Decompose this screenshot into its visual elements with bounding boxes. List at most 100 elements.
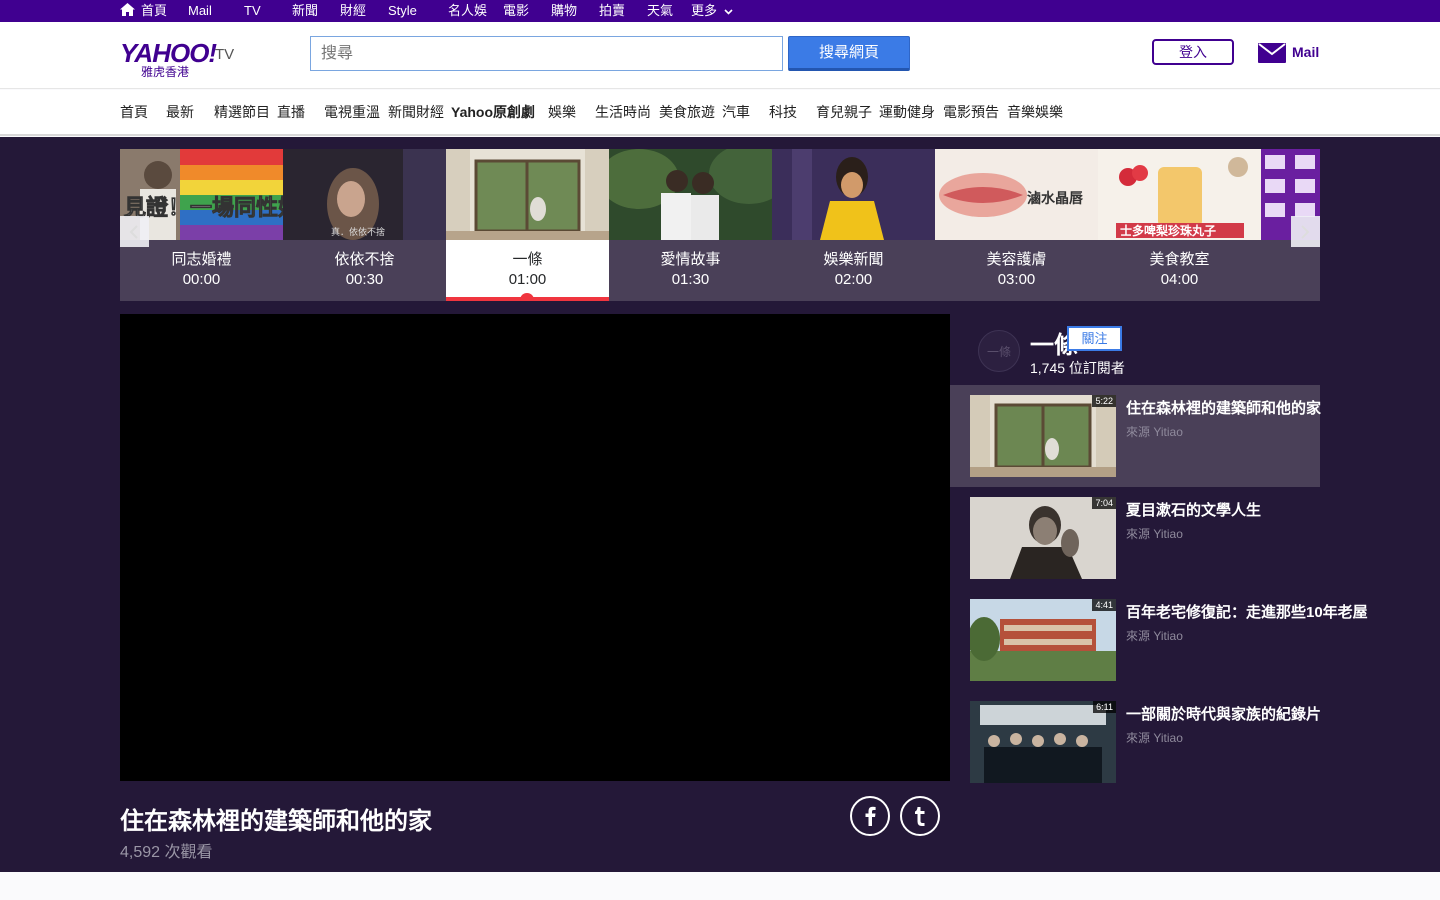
related-video-item[interactable]: 4:41 百年老宅修復記：走進那些10年老屋 來源 Yitiao	[950, 589, 1368, 691]
category-food-travel[interactable]: 美食旅遊	[659, 104, 715, 120]
site-header: YAHOO! TV 雅虎香港 搜尋網頁 登入 Mail	[0, 22, 1440, 89]
category-parenting[interactable]: 育兒親子	[816, 104, 872, 120]
schedule-slot[interactable]: 滷水晶唇 美容護膚 03:00	[935, 149, 1098, 301]
topnav-weather[interactable]: 天氣	[647, 3, 673, 19]
slot-thumbnail: 士多啤梨珍珠丸子	[1098, 149, 1261, 240]
video-duration: 6:11	[1093, 701, 1116, 713]
tumblr-share-button[interactable]	[900, 796, 940, 836]
topnav-finance[interactable]: 財經	[340, 3, 366, 19]
topnav-style[interactable]: Style	[388, 3, 417, 19]
topnav-movies[interactable]: 電影	[503, 3, 529, 19]
slot-time: 00:30	[345, 271, 384, 288]
related-video-title[interactable]: 一部關於時代與家族的紀錄片	[1126, 703, 1321, 724]
category-trailers[interactable]: 電影預告	[943, 104, 999, 120]
category-tech[interactable]: 科技	[769, 104, 797, 120]
slot-title: 依依不捨	[334, 251, 395, 268]
related-video-title[interactable]: 住在森林裡的建築師和他的家	[1126, 397, 1321, 418]
related-video-thumbnail: 6:11	[970, 701, 1116, 783]
schedule-slot[interactable]: 娛樂新聞 02:00	[772, 149, 935, 301]
topnav-celebrity[interactable]: 名人娛	[448, 3, 487, 19]
related-video-item[interactable]: 6:11 一部關於時代與家族的紀錄片 來源 Yitiao	[950, 691, 1321, 793]
video-duration: 5:22	[1092, 395, 1116, 407]
topnav-tv[interactable]: TV	[244, 3, 261, 19]
chevron-down-icon	[724, 8, 733, 15]
schedule-slot[interactable]: 愛情故事 01:30	[609, 149, 772, 301]
related-video-thumbnail: 5:22	[970, 395, 1116, 477]
logo-tv: TV	[215, 46, 235, 63]
slot-caption: 士多啤梨珍珠丸子	[1120, 223, 1216, 238]
video-duration: 4:41	[1092, 599, 1116, 611]
category-yahoo-original[interactable]: Yahoo原創劇	[451, 104, 535, 120]
home-icon[interactable]	[120, 3, 135, 16]
topnav-more[interactable]: 更多	[691, 3, 733, 19]
carousel-next-button[interactable]	[1291, 216, 1320, 247]
slot-title: 娛樂新聞	[823, 251, 884, 268]
channel-avatar-text: 一條	[986, 345, 1011, 359]
category-featured[interactable]: 精選節目	[214, 104, 270, 120]
channel-subscriber-count: 1,745 位訂閱者	[1030, 360, 1125, 376]
main-content: 見證！一場同性婚禮 同志婚禮 00:00 真．依依不捨 依依不捨 00:30	[0, 137, 1440, 872]
related-video-title[interactable]: 百年老宅修復記：走進那些10年老屋	[1126, 601, 1368, 622]
slot-thumbnail	[772, 149, 935, 240]
category-entertainment[interactable]: 娛樂	[548, 104, 576, 120]
category-nav: 首頁 最新 精選節目 直播 電視重溫 新聞財經 Yahoo原創劇 娛樂 生活時尚…	[0, 90, 1440, 136]
slot-time: 04:00	[1160, 271, 1199, 288]
category-home[interactable]: 首頁	[120, 104, 148, 120]
slot-time: 01:00	[508, 271, 547, 288]
slot-thumbnail: 真．依依不捨	[283, 149, 446, 240]
related-video-item[interactable]: 7:04 夏目漱石的文學人生 來源 Yitiao	[950, 487, 1320, 589]
carousel-prev-button[interactable]	[120, 216, 149, 247]
topnav-news[interactable]: 新聞	[292, 3, 318, 19]
slot-title: 美食教室	[1149, 251, 1210, 268]
slot-thumbnail	[609, 149, 772, 240]
video-player[interactable]	[120, 314, 950, 781]
slot-time: 03:00	[997, 271, 1036, 288]
category-tv-replay[interactable]: 電視重溫	[324, 104, 380, 120]
slot-thumbnail: 滷水晶唇	[935, 149, 1098, 240]
yahoo-tv-logo[interactable]: YAHOO! TV 雅虎香港	[120, 40, 234, 79]
related-video-source: 來源 Yitiao	[1126, 425, 1183, 439]
slot-title: 同志婚禮	[171, 251, 232, 268]
schedule-slot[interactable]: 士多啤梨珍珠丸子 美食教室 04:00	[1098, 149, 1261, 301]
video-view-count: 4,592 次觀看	[120, 844, 213, 861]
search-button[interactable]: 搜尋網頁	[788, 36, 910, 71]
top-nav-bar: 首頁 Mail TV 新聞 財經 Style 名人娛 電影 購物 拍賣 天氣 更…	[0, 0, 1440, 22]
slot-caption: 滷水晶唇	[1027, 190, 1084, 206]
related-video-item-current[interactable]: 5:22 住在森林裡的建築師和他的家 來源 Yitiao	[950, 385, 1321, 487]
facebook-share-button[interactable]	[850, 796, 890, 836]
related-video-thumbnail: 7:04	[970, 497, 1116, 579]
slot-title: 一條	[512, 251, 543, 268]
topnav-mail[interactable]: Mail	[188, 3, 212, 19]
category-auto[interactable]: 汽車	[722, 104, 750, 120]
schedule-slot[interactable]: 真．依依不捨 依依不捨 00:30	[283, 149, 446, 301]
category-sports[interactable]: 運動健身	[879, 104, 935, 120]
login-button[interactable]: 登入	[1152, 39, 1234, 65]
chevron-right-icon	[1301, 225, 1310, 239]
schedule-slot-current[interactable]: 一條 01:00	[446, 149, 609, 301]
follow-button[interactable]: 關注	[1067, 326, 1122, 351]
slot-title: 美容護膚	[986, 251, 1047, 268]
slot-thumbnail	[446, 149, 609, 240]
video-title: 住在森林裡的建築師和他的家	[120, 808, 432, 835]
topnav-shopping[interactable]: 購物	[551, 3, 577, 19]
related-video-title[interactable]: 夏目漱石的文學人生	[1126, 499, 1261, 520]
mail-label: Mail	[1292, 44, 1320, 60]
slot-time: 00:00	[182, 271, 221, 288]
category-news-finance[interactable]: 新聞財經	[388, 104, 444, 120]
logo-subtitle: 雅虎香港	[141, 65, 190, 79]
category-latest[interactable]: 最新	[166, 104, 194, 120]
slot-title: 愛情故事	[660, 251, 721, 268]
slot-caption: 真．依依不捨	[331, 226, 385, 237]
channel-avatar[interactable]: 一條	[978, 330, 1020, 372]
topnav-more-label: 更多	[691, 3, 718, 18]
slot-time: 01:30	[671, 271, 710, 288]
search-input[interactable]	[310, 36, 783, 71]
category-lifestyle[interactable]: 生活時尚	[595, 104, 651, 120]
category-music[interactable]: 音樂娛樂	[1007, 104, 1063, 120]
topnav-home[interactable]: 首頁	[141, 3, 167, 19]
video-duration: 7:04	[1092, 497, 1116, 509]
tumblr-icon	[915, 807, 925, 826]
category-live[interactable]: 直播	[277, 104, 305, 120]
topnav-auction[interactable]: 拍賣	[599, 3, 625, 19]
slot-time: 02:00	[834, 271, 873, 288]
